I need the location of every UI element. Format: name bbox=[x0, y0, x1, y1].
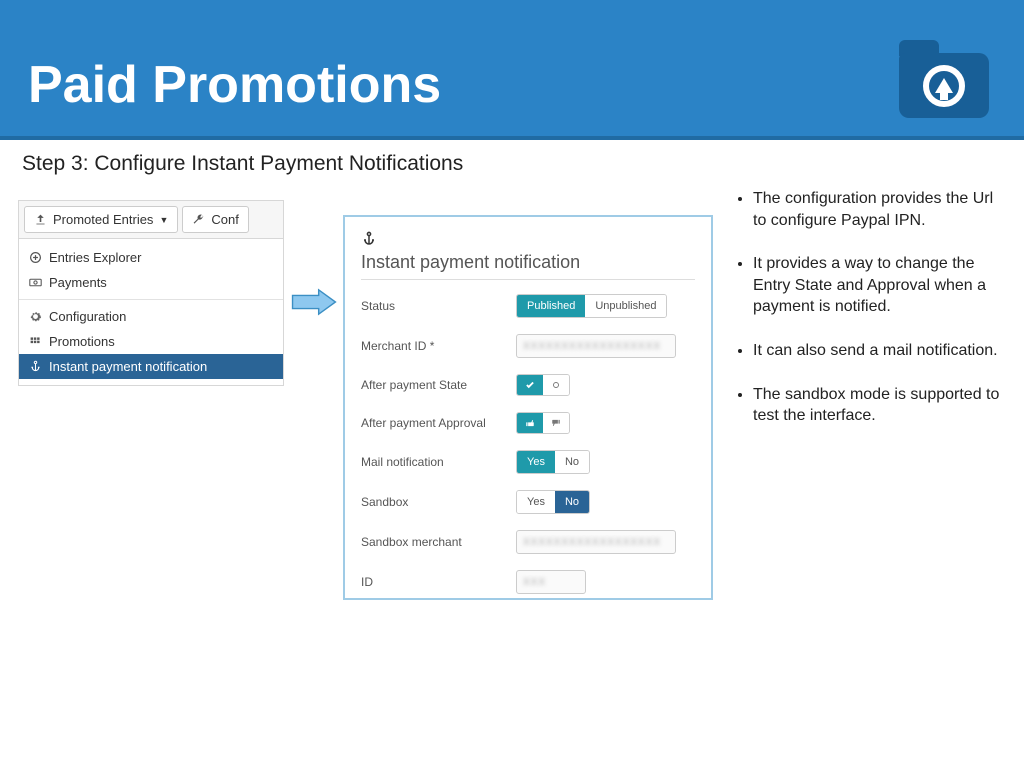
sandbox-yes[interactable]: Yes bbox=[517, 491, 555, 513]
merchant-id-input[interactable]: XXXXXXXXXXXXXXXXXX bbox=[516, 334, 676, 358]
money-icon bbox=[29, 276, 42, 289]
plus-circle-icon bbox=[29, 251, 42, 264]
thumbs-up-icon[interactable] bbox=[517, 413, 543, 433]
circle-icon[interactable] bbox=[543, 375, 569, 395]
slide-subtitle: Step 3: Configure Instant Payment Notifi… bbox=[0, 140, 1024, 176]
sidebar-item-entries-explorer[interactable]: Entries Explorer bbox=[19, 245, 283, 270]
row-merchant-id: Merchant ID * XXXXXXXXXXXXXXXXXX bbox=[361, 334, 695, 358]
label-mail: Mail notification bbox=[361, 455, 516, 469]
sandbox-merchant-input[interactable]: XXXXXXXXXXXXXXXXXX bbox=[516, 530, 676, 554]
label-merchant-id: Merchant ID * bbox=[361, 339, 516, 353]
caret-down-icon: ▼ bbox=[159, 215, 168, 225]
label-after-state: After payment State bbox=[361, 378, 516, 392]
row-sandbox: Sandbox Yes No bbox=[361, 490, 695, 514]
slide-bullet-list: The configuration provides the Url to co… bbox=[735, 188, 1010, 449]
label-after-approval: After payment Approval bbox=[361, 416, 516, 430]
sidebar-item-label: Configuration bbox=[49, 309, 126, 324]
thumbs-down-icon[interactable] bbox=[543, 413, 569, 433]
after-state-toggle[interactable] bbox=[516, 374, 570, 396]
arrow-right-icon bbox=[290, 288, 338, 316]
admin-sidebar: Promoted Entries ▼ Conf Entries Explorer… bbox=[18, 200, 284, 386]
label-sandbox: Sandbox bbox=[361, 495, 516, 509]
row-sandbox-merchant: Sandbox merchant XXXXXXXXXXXXXXXXXX bbox=[361, 530, 695, 554]
conf-button[interactable]: Conf bbox=[182, 206, 248, 233]
conf-label: Conf bbox=[211, 212, 238, 227]
mail-no[interactable]: No bbox=[555, 451, 589, 473]
sandbox-toggle[interactable]: Yes No bbox=[516, 490, 590, 514]
sidebar-item-configuration[interactable]: Configuration bbox=[19, 304, 283, 329]
sidebar-item-instant-payment-notification[interactable]: Instant payment notification bbox=[19, 354, 283, 379]
check-icon[interactable] bbox=[517, 375, 543, 395]
gear-icon bbox=[29, 310, 42, 323]
bullet-item: The sandbox mode is supported to test th… bbox=[753, 384, 1010, 427]
bullet-item: It provides a way to change the Entry St… bbox=[753, 253, 1010, 318]
row-mail: Mail notification Yes No bbox=[361, 450, 695, 474]
after-approval-toggle[interactable] bbox=[516, 412, 570, 434]
slide-title: Paid Promotions bbox=[0, 0, 1024, 115]
ipn-config-panel: Instant payment notification Status Publ… bbox=[343, 215, 713, 600]
sidebar-item-promotions[interactable]: Promotions bbox=[19, 329, 283, 354]
label-sandbox-merchant: Sandbox merchant bbox=[361, 535, 516, 549]
promoted-entries-label: Promoted Entries bbox=[53, 212, 153, 227]
mail-toggle[interactable]: Yes No bbox=[516, 450, 590, 474]
row-status: Status Published Unpublished bbox=[361, 294, 695, 318]
label-status: Status bbox=[361, 299, 516, 313]
mail-yes[interactable]: Yes bbox=[517, 451, 555, 473]
id-input[interactable]: XXX bbox=[516, 570, 586, 594]
panel-heading: Instant payment notification bbox=[361, 252, 695, 273]
upload-folder-icon bbox=[899, 40, 989, 118]
anchor-icon bbox=[29, 360, 42, 373]
bullet-item: The configuration provides the Url to co… bbox=[753, 188, 1010, 231]
slide-header: Paid Promotions bbox=[0, 0, 1024, 140]
sidebar-item-label: Promotions bbox=[49, 334, 115, 349]
sidebar-item-payments[interactable]: Payments bbox=[19, 270, 283, 295]
label-id: ID bbox=[361, 575, 516, 589]
row-id: ID XXX bbox=[361, 570, 695, 594]
status-published[interactable]: Published bbox=[517, 295, 585, 317]
anchor-icon bbox=[361, 231, 695, 250]
bullet-item: It can also send a mail notification. bbox=[753, 340, 1010, 362]
status-toggle[interactable]: Published Unpublished bbox=[516, 294, 667, 318]
wrench-icon bbox=[192, 213, 205, 226]
sidebar-item-label: Instant payment notification bbox=[49, 359, 207, 374]
sandbox-no[interactable]: No bbox=[555, 491, 589, 513]
sidebar-item-label: Payments bbox=[49, 275, 107, 290]
status-unpublished[interactable]: Unpublished bbox=[585, 295, 666, 317]
sidebar-item-label: Entries Explorer bbox=[49, 250, 141, 265]
row-after-state: After payment State bbox=[361, 374, 695, 396]
row-after-approval: After payment Approval bbox=[361, 412, 695, 434]
upload-icon bbox=[34, 213, 47, 226]
promoted-entries-dropdown[interactable]: Promoted Entries ▼ bbox=[24, 206, 178, 233]
list-icon bbox=[29, 335, 42, 348]
